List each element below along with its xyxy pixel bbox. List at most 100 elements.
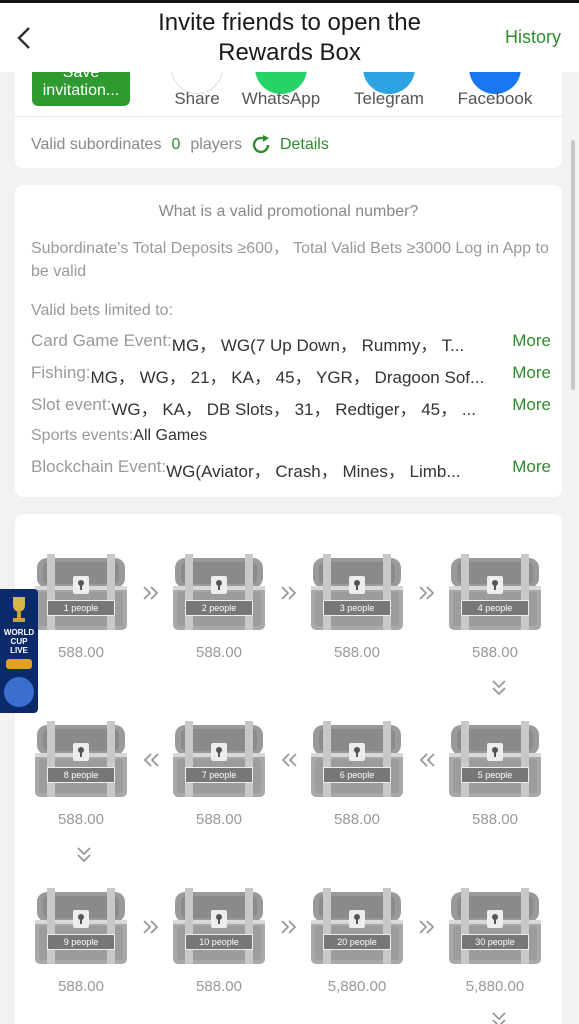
chest-reward-amount: 588.00 (472, 811, 518, 828)
chest-icon (173, 721, 265, 797)
chevron-double-right-icon (143, 586, 159, 600)
promo-description: Subordinate's Total Deposits ≥600， Total… (31, 240, 549, 280)
chest-icon (173, 554, 265, 630)
reward-chest[interactable]: 6 people (309, 719, 405, 799)
chest-reward-amount: 588.00 (196, 811, 242, 828)
fishing-row: Fishing: MG， WG， 21， KA， 45， YGR， Dragoo… (31, 363, 551, 387)
reward-chest[interactable]: 20 people (309, 886, 405, 966)
chevron-double-right-icon (281, 920, 297, 934)
history-link[interactable]: History (505, 27, 561, 48)
chest-reward-amount: 588.00 (58, 644, 104, 661)
chest-icon (449, 888, 541, 964)
chest-icon (173, 888, 265, 964)
subordinates-label: Valid subordinates (31, 136, 162, 153)
chevron-double-left-icon (419, 753, 435, 767)
share-option-facebook[interactable]: Facebook (451, 72, 539, 116)
telegram-label: Telegram (354, 89, 424, 108)
refresh-icon[interactable] (250, 134, 272, 156)
more-link[interactable]: More (512, 395, 551, 419)
share-label: Share (174, 89, 220, 108)
reward-chest[interactable]: 8 people (33, 719, 129, 799)
chest-reward-amount: 5,880.00 (327, 978, 387, 995)
rewards-box-card: 1 people 588.00 2 people 588.00 3 people 588.… (15, 514, 562, 1024)
reward-chest[interactable]: 1 people (33, 552, 129, 632)
reward-chest[interactable]: 30 people (447, 886, 543, 966)
chest-reward-amount: 588.00 (334, 644, 380, 661)
banner-button (6, 659, 32, 669)
whatsapp-label: WhatsApp (241, 89, 321, 108)
reward-chest[interactable]: 3 people (309, 552, 405, 632)
details-link[interactable]: Details (280, 136, 329, 154)
chevron-double-right-icon (143, 920, 159, 934)
card-game-row: Card Game Event: MG， WG(7 Up Down， Rummy… (31, 331, 551, 355)
banner-text-3: LIVE (10, 646, 28, 655)
chest-icon (449, 554, 541, 630)
valid-bets-label: Valid bets limited to: (31, 302, 173, 319)
chest-icon (311, 888, 403, 964)
chest-people-label: 6 people (323, 767, 391, 783)
chest-people-label: 8 people (47, 767, 115, 783)
chevron-double-left-icon (281, 753, 297, 767)
chevron-double-down-icon (492, 680, 506, 696)
world-cup-live-banner[interactable]: WORLD CUP LIVE (0, 589, 38, 713)
football-icon (4, 677, 34, 707)
reward-chest[interactable]: 5 people (447, 719, 543, 799)
trophy-icon (13, 597, 25, 622)
share-card: Save invitation... Share WhatsApp Telegr… (15, 72, 562, 168)
save-invitation-button[interactable]: Save invitation... (32, 72, 130, 106)
chevron-double-right-icon (419, 586, 435, 600)
chest-people-label: 2 people (185, 600, 253, 616)
chevron-double-left-icon (143, 753, 159, 767)
back-arrow-icon[interactable] (14, 25, 36, 51)
chest-icon (35, 888, 127, 964)
row-category: Slot event: (31, 395, 112, 414)
more-link[interactable]: More (512, 363, 551, 387)
row-category: Blockchain Event: (31, 457, 167, 476)
chest-reward-amount: 5,880.00 (465, 978, 525, 995)
reward-chest[interactable]: 4 people (447, 552, 543, 632)
chest-reward-amount: 588.00 (196, 978, 242, 995)
reward-chest[interactable]: 7 people (171, 719, 267, 799)
share-option-telegram[interactable]: Telegram (345, 72, 433, 116)
chest-people-label: 7 people (185, 767, 253, 783)
share-row: Save invitation... Share WhatsApp Telegr… (15, 72, 562, 116)
chest-reward-amount: 588.00 (334, 811, 380, 828)
share-option-whatsapp[interactable]: WhatsApp (237, 72, 325, 116)
row-value: WG(Aviator， Crash， Mines， Limb... (166, 462, 461, 481)
sports-events-row: Sports events: All Games (31, 427, 551, 451)
reward-chest[interactable]: 9 people (33, 886, 129, 966)
chest-people-label: 4 people (461, 600, 529, 616)
row-value: MG， WG， 21， KA， 45， YGR， Dragoon Sof... (90, 368, 485, 387)
chest-icon (311, 721, 403, 797)
promo-question: What is a valid promotional number? (158, 203, 419, 220)
more-link[interactable]: More (512, 331, 551, 355)
chest-reward-amount: 588.00 (472, 644, 518, 661)
chevron-double-right-icon (281, 586, 297, 600)
chest-people-label: 9 people (47, 934, 115, 950)
more-link[interactable]: More (512, 457, 551, 481)
chevron-double-down-icon (77, 847, 91, 863)
chest-people-label: 3 people (323, 600, 391, 616)
row-category: Card Game Event: (31, 331, 172, 350)
chest-icon (449, 721, 541, 797)
chest-people-label: 5 people (461, 767, 529, 783)
chevron-double-right-icon (419, 920, 435, 934)
divider (15, 116, 562, 117)
reward-chest[interactable]: 2 people (171, 552, 267, 632)
chest-reward-amount: 588.00 (58, 811, 104, 828)
reward-chest[interactable]: 10 people (171, 886, 267, 966)
promo-info-card: What is a valid promotional number? Subo… (15, 185, 562, 497)
top-header: Invite friends to open the Rewards Box H… (0, 0, 579, 72)
chest-icon (35, 721, 127, 797)
chest-icon (35, 554, 127, 630)
banner-text-1: WORLD (3, 628, 35, 637)
chest-people-label: 30 people (461, 934, 529, 950)
row-category: Fishing: (31, 363, 91, 382)
chest-people-label: 10 people (185, 934, 253, 950)
chest-icon (311, 554, 403, 630)
chest-reward-amount: 588.00 (196, 644, 242, 661)
scrollbar[interactable] (571, 140, 575, 390)
share-option-share[interactable]: Share (155, 72, 239, 116)
banner-text-2: CUP (10, 637, 28, 646)
subordinates-count: 0 (171, 136, 181, 153)
